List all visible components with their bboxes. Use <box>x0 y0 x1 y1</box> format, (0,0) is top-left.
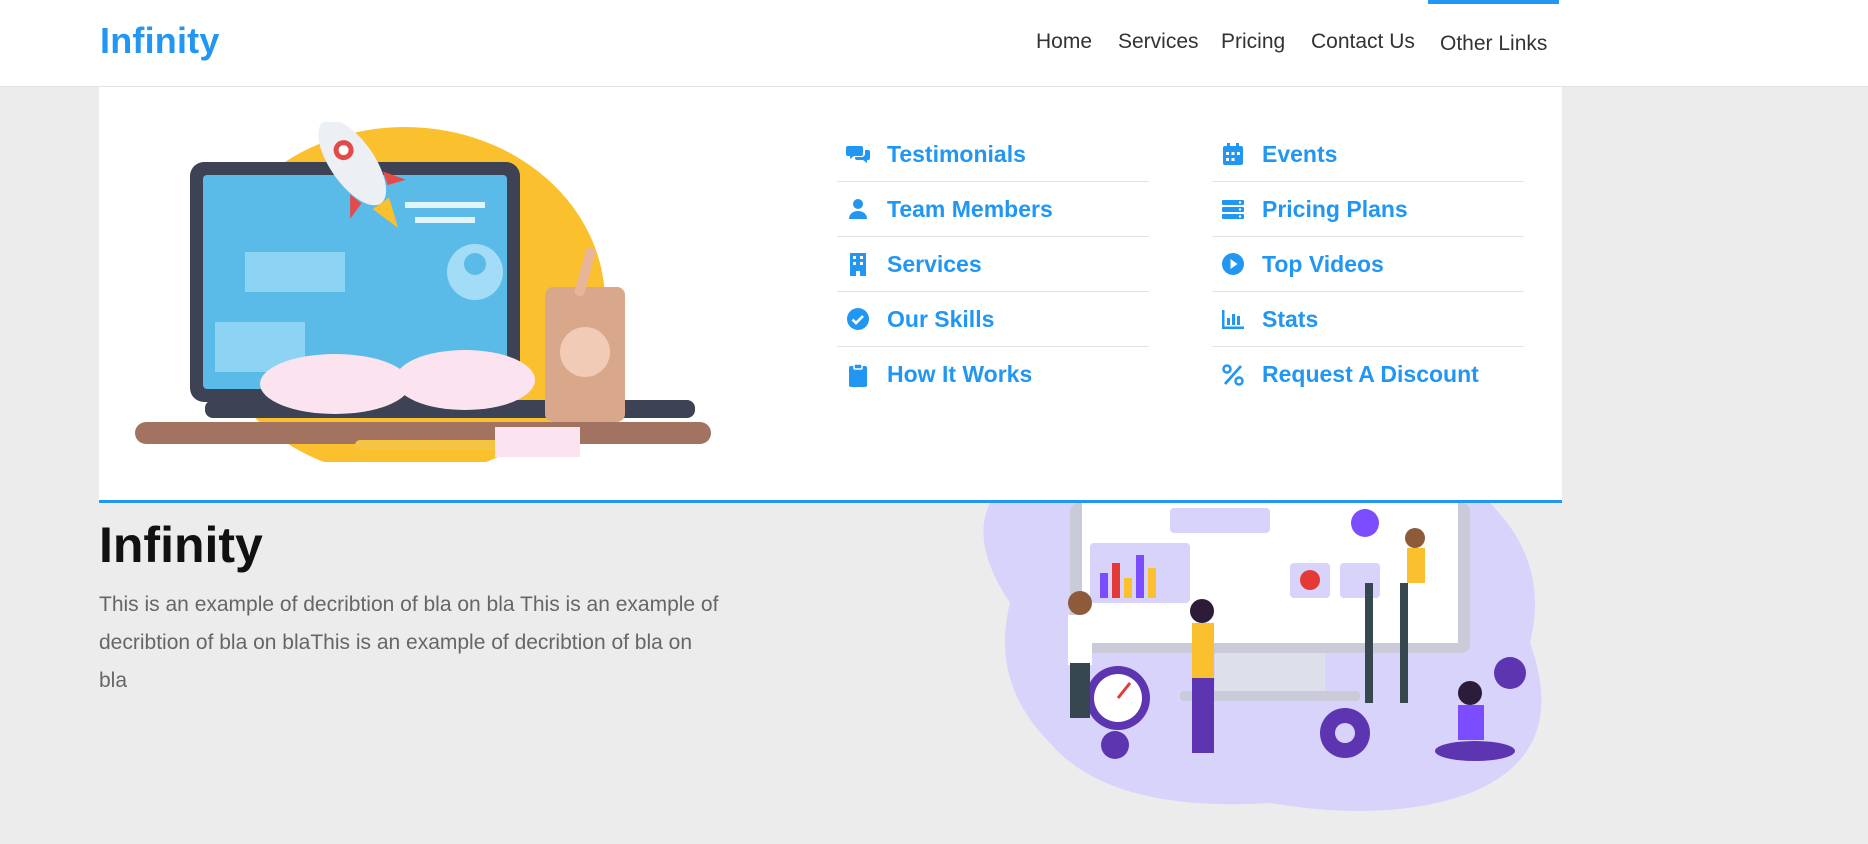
menu-link-services[interactable]: Services <box>837 237 1149 292</box>
nav-services[interactable]: Services <box>1118 0 1199 87</box>
bar-chart-icon <box>1220 307 1246 331</box>
building-icon <box>845 252 871 276</box>
menu-link-our-skills[interactable]: Our Skills <box>837 292 1149 347</box>
menu-link-label: How It Works <box>887 361 1033 387</box>
rocket-laptop-illustration <box>135 122 711 462</box>
menu-link-testimonials[interactable]: Testimonials <box>837 127 1149 182</box>
hero-title: Infinity <box>99 517 263 573</box>
menu-link-pricing-plans[interactable]: Pricing Plans <box>1212 182 1524 237</box>
hero-description: This is an example of decribtion of bla … <box>99 593 719 692</box>
play-circle-icon <box>1220 252 1246 276</box>
nav-pricing[interactable]: Pricing <box>1221 0 1285 87</box>
analytics-team-illustration <box>983 503 1542 811</box>
comments-icon <box>845 142 871 166</box>
menu-link-label: Request A Discount <box>1262 361 1479 387</box>
menu-link-label: Events <box>1262 140 1338 167</box>
server-icon <box>1220 197 1246 221</box>
calendar-icon <box>1220 142 1246 166</box>
user-icon <box>845 197 871 221</box>
brand-logo[interactable]: Infinity <box>100 20 220 62</box>
menu-link-label: Pricing Plans <box>1262 195 1408 222</box>
percent-icon <box>1220 363 1246 387</box>
menu-link-label: Our Skills <box>887 305 995 332</box>
mega-menu-column-2: Events Pricing Plans Top Videos Stats Re… <box>1212 127 1524 402</box>
menu-link-request-a-discount[interactable]: Request A Discount <box>1212 347 1524 402</box>
nav-other-links[interactable]: Other Links <box>1428 0 1560 87</box>
nav-home[interactable]: Home <box>1036 0 1092 87</box>
check-circle-icon <box>845 307 871 331</box>
menu-link-label: Testimonials <box>887 140 1026 167</box>
menu-link-stats[interactable]: Stats <box>1212 292 1524 347</box>
menu-link-label: Top Videos <box>1262 250 1384 277</box>
menu-link-label: Services <box>887 250 982 277</box>
mega-menu-column-1: Testimonials Team Members Services Our S… <box>837 127 1149 402</box>
nav-contact-us[interactable]: Contact Us <box>1311 0 1415 87</box>
menu-link-top-videos[interactable]: Top Videos <box>1212 237 1524 292</box>
site-header: Infinity Home Services Pricing Contact U… <box>0 0 1868 87</box>
menu-link-events[interactable]: Events <box>1212 127 1524 182</box>
menu-link-how-it-works[interactable]: How It Works <box>837 347 1149 402</box>
menu-link-label: Team Members <box>887 195 1053 222</box>
menu-link-team-members[interactable]: Team Members <box>837 182 1149 237</box>
menu-link-label: Stats <box>1262 305 1319 332</box>
clipboard-icon <box>845 362 871 387</box>
mega-menu: Testimonials Team Members Services Our S… <box>99 87 1562 503</box>
